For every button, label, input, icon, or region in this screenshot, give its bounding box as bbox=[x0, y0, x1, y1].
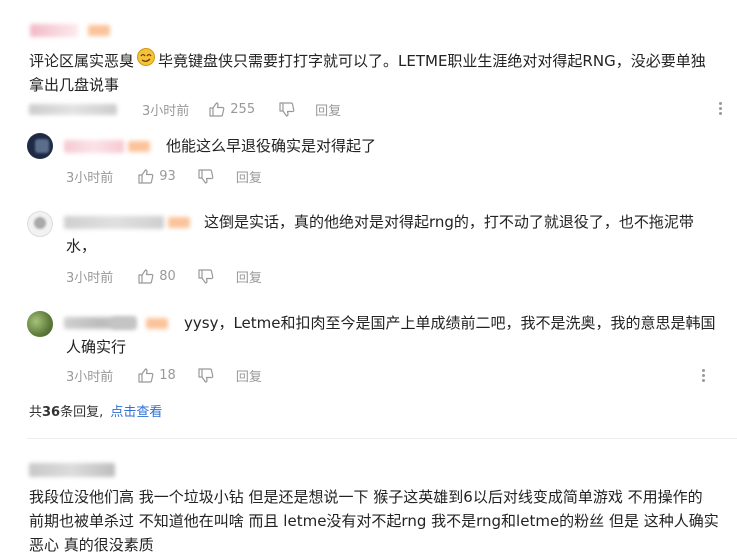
user-badge-blurred bbox=[146, 318, 168, 329]
like-button[interactable]: 80 bbox=[138, 269, 176, 284]
reply-meta: 3小时前 80 回复 bbox=[66, 267, 262, 286]
more-options-icon[interactable] bbox=[719, 100, 723, 117]
reply-text: 这倒是实话，真的他绝对是对得起rng的，打不动了就退役了，也不拖泥带 bbox=[204, 210, 724, 234]
user-badge-blurred bbox=[88, 25, 110, 36]
like-button[interactable]: 93 bbox=[138, 169, 176, 184]
user-badge-blurred bbox=[128, 141, 150, 152]
like-count: 255 bbox=[230, 102, 256, 117]
thumbs-down-icon bbox=[198, 368, 214, 383]
dislike-button[interactable] bbox=[198, 269, 214, 284]
reply-text: 他能这么早退役确实是对得起了 bbox=[166, 134, 376, 158]
thumbs-down-icon bbox=[198, 269, 214, 284]
reply-text-continued: 水， bbox=[66, 234, 96, 258]
comment-text-line: 恶心 真的很没素质 bbox=[29, 536, 154, 554]
timestamp: 3小时前 bbox=[66, 370, 114, 385]
reply-count: 36 bbox=[42, 405, 61, 420]
like-count: 80 bbox=[159, 269, 176, 284]
dislike-button[interactable] bbox=[279, 102, 295, 117]
comment-text-part-1: 评论区属实恶臭 bbox=[29, 51, 135, 70]
timestamp: 3小时前 bbox=[142, 104, 190, 119]
reply-text-line: 人确实行 bbox=[66, 338, 127, 356]
username-blurred[interactable] bbox=[64, 140, 124, 153]
avatar[interactable] bbox=[27, 211, 53, 237]
like-count: 18 bbox=[159, 368, 176, 383]
reply-text-line: 这倒是实话，真的他绝对是对得起rng的，打不动了就退役了，也不拖泥带 bbox=[204, 213, 694, 231]
thumbs-up-icon bbox=[138, 368, 154, 383]
location-blurred bbox=[29, 104, 117, 115]
reply-button[interactable]: 回复 bbox=[236, 267, 262, 286]
username-blurred[interactable] bbox=[30, 24, 78, 37]
comment-text-line: 我段位没他们高 我一个垃圾小钻 但是还是想说一下 猴子这英雄到6以后对线变成简单… bbox=[29, 488, 703, 506]
reply-button[interactable]: 回复 bbox=[236, 366, 262, 385]
comment-text: 我段位没他们高 我一个垃圾小钻 但是还是想说一下 猴子这英雄到6以后对线变成简单… bbox=[29, 485, 737, 557]
comment-meta: 3小时前 255 回复 bbox=[29, 100, 341, 119]
username-blurred bbox=[112, 317, 136, 329]
divider bbox=[27, 438, 737, 439]
comment-text: 评论区属实恶臭 毕竟键盘侠只需要打打字就可以了。LETME职业生涯绝对对得起RN… bbox=[29, 48, 719, 97]
comment-text-part-3: 拿出几盘说事 bbox=[29, 76, 120, 94]
username-blurred[interactable] bbox=[64, 216, 164, 229]
reply-text-line: yysy，Letme和扣肉至今是国产上单成绩前二吧，我不是洗奥，我的意思是韩国 bbox=[184, 314, 716, 332]
reply-text-line: 水， bbox=[66, 237, 97, 255]
timestamp: 3小时前 bbox=[66, 271, 114, 286]
username-blurred[interactable] bbox=[29, 463, 115, 477]
avatar[interactable] bbox=[27, 133, 53, 159]
view-replies-link[interactable]: 点击查看 bbox=[110, 405, 162, 420]
reply-button[interactable]: 回复 bbox=[315, 100, 341, 119]
summary-prefix: 共 bbox=[29, 405, 43, 420]
thumbs-up-icon bbox=[138, 169, 154, 184]
reply-button[interactable]: 回复 bbox=[236, 167, 262, 186]
summary-suffix: 条回复, bbox=[60, 405, 104, 420]
thumbs-up-icon bbox=[138, 269, 154, 284]
comment-text-line: 前期也被单杀过 不知道他在叫啥 而且 letme没有对不起rng 我不是rng和… bbox=[29, 512, 719, 530]
thumbs-down-icon bbox=[198, 169, 214, 184]
reply-text: yysy，Letme和扣肉至今是国产上单成绩前二吧，我不是洗奥，我的意思是韩国 bbox=[184, 311, 729, 335]
reply-meta: 3小时前 18 回复 bbox=[66, 366, 262, 385]
timestamp: 3小时前 bbox=[66, 171, 114, 186]
dislike-button[interactable] bbox=[198, 368, 214, 383]
like-count: 93 bbox=[159, 169, 176, 184]
user-badge-blurred bbox=[168, 217, 190, 228]
like-button[interactable]: 255 bbox=[209, 102, 255, 117]
thumbs-down-icon bbox=[279, 102, 295, 117]
more-options-icon[interactable] bbox=[702, 367, 706, 384]
thumbs-up-icon bbox=[209, 102, 225, 117]
reply-text-continued: 人确实行 bbox=[66, 335, 126, 359]
avatar[interactable] bbox=[27, 311, 53, 337]
like-button[interactable]: 18 bbox=[138, 368, 176, 383]
comment-text-part-2: 毕竟键盘侠只需要打打字就可以了。LETME职业生涯绝对对得起RNG，没必要单独 bbox=[158, 51, 706, 70]
emoji-icon bbox=[137, 48, 156, 73]
dislike-button[interactable] bbox=[198, 169, 214, 184]
reply-meta: 3小时前 93 回复 bbox=[66, 167, 262, 186]
reply-text-line: 他能这么早退役确实是对得起了 bbox=[166, 137, 377, 155]
replies-summary: 共36条回复, 点击查看 bbox=[29, 401, 162, 420]
